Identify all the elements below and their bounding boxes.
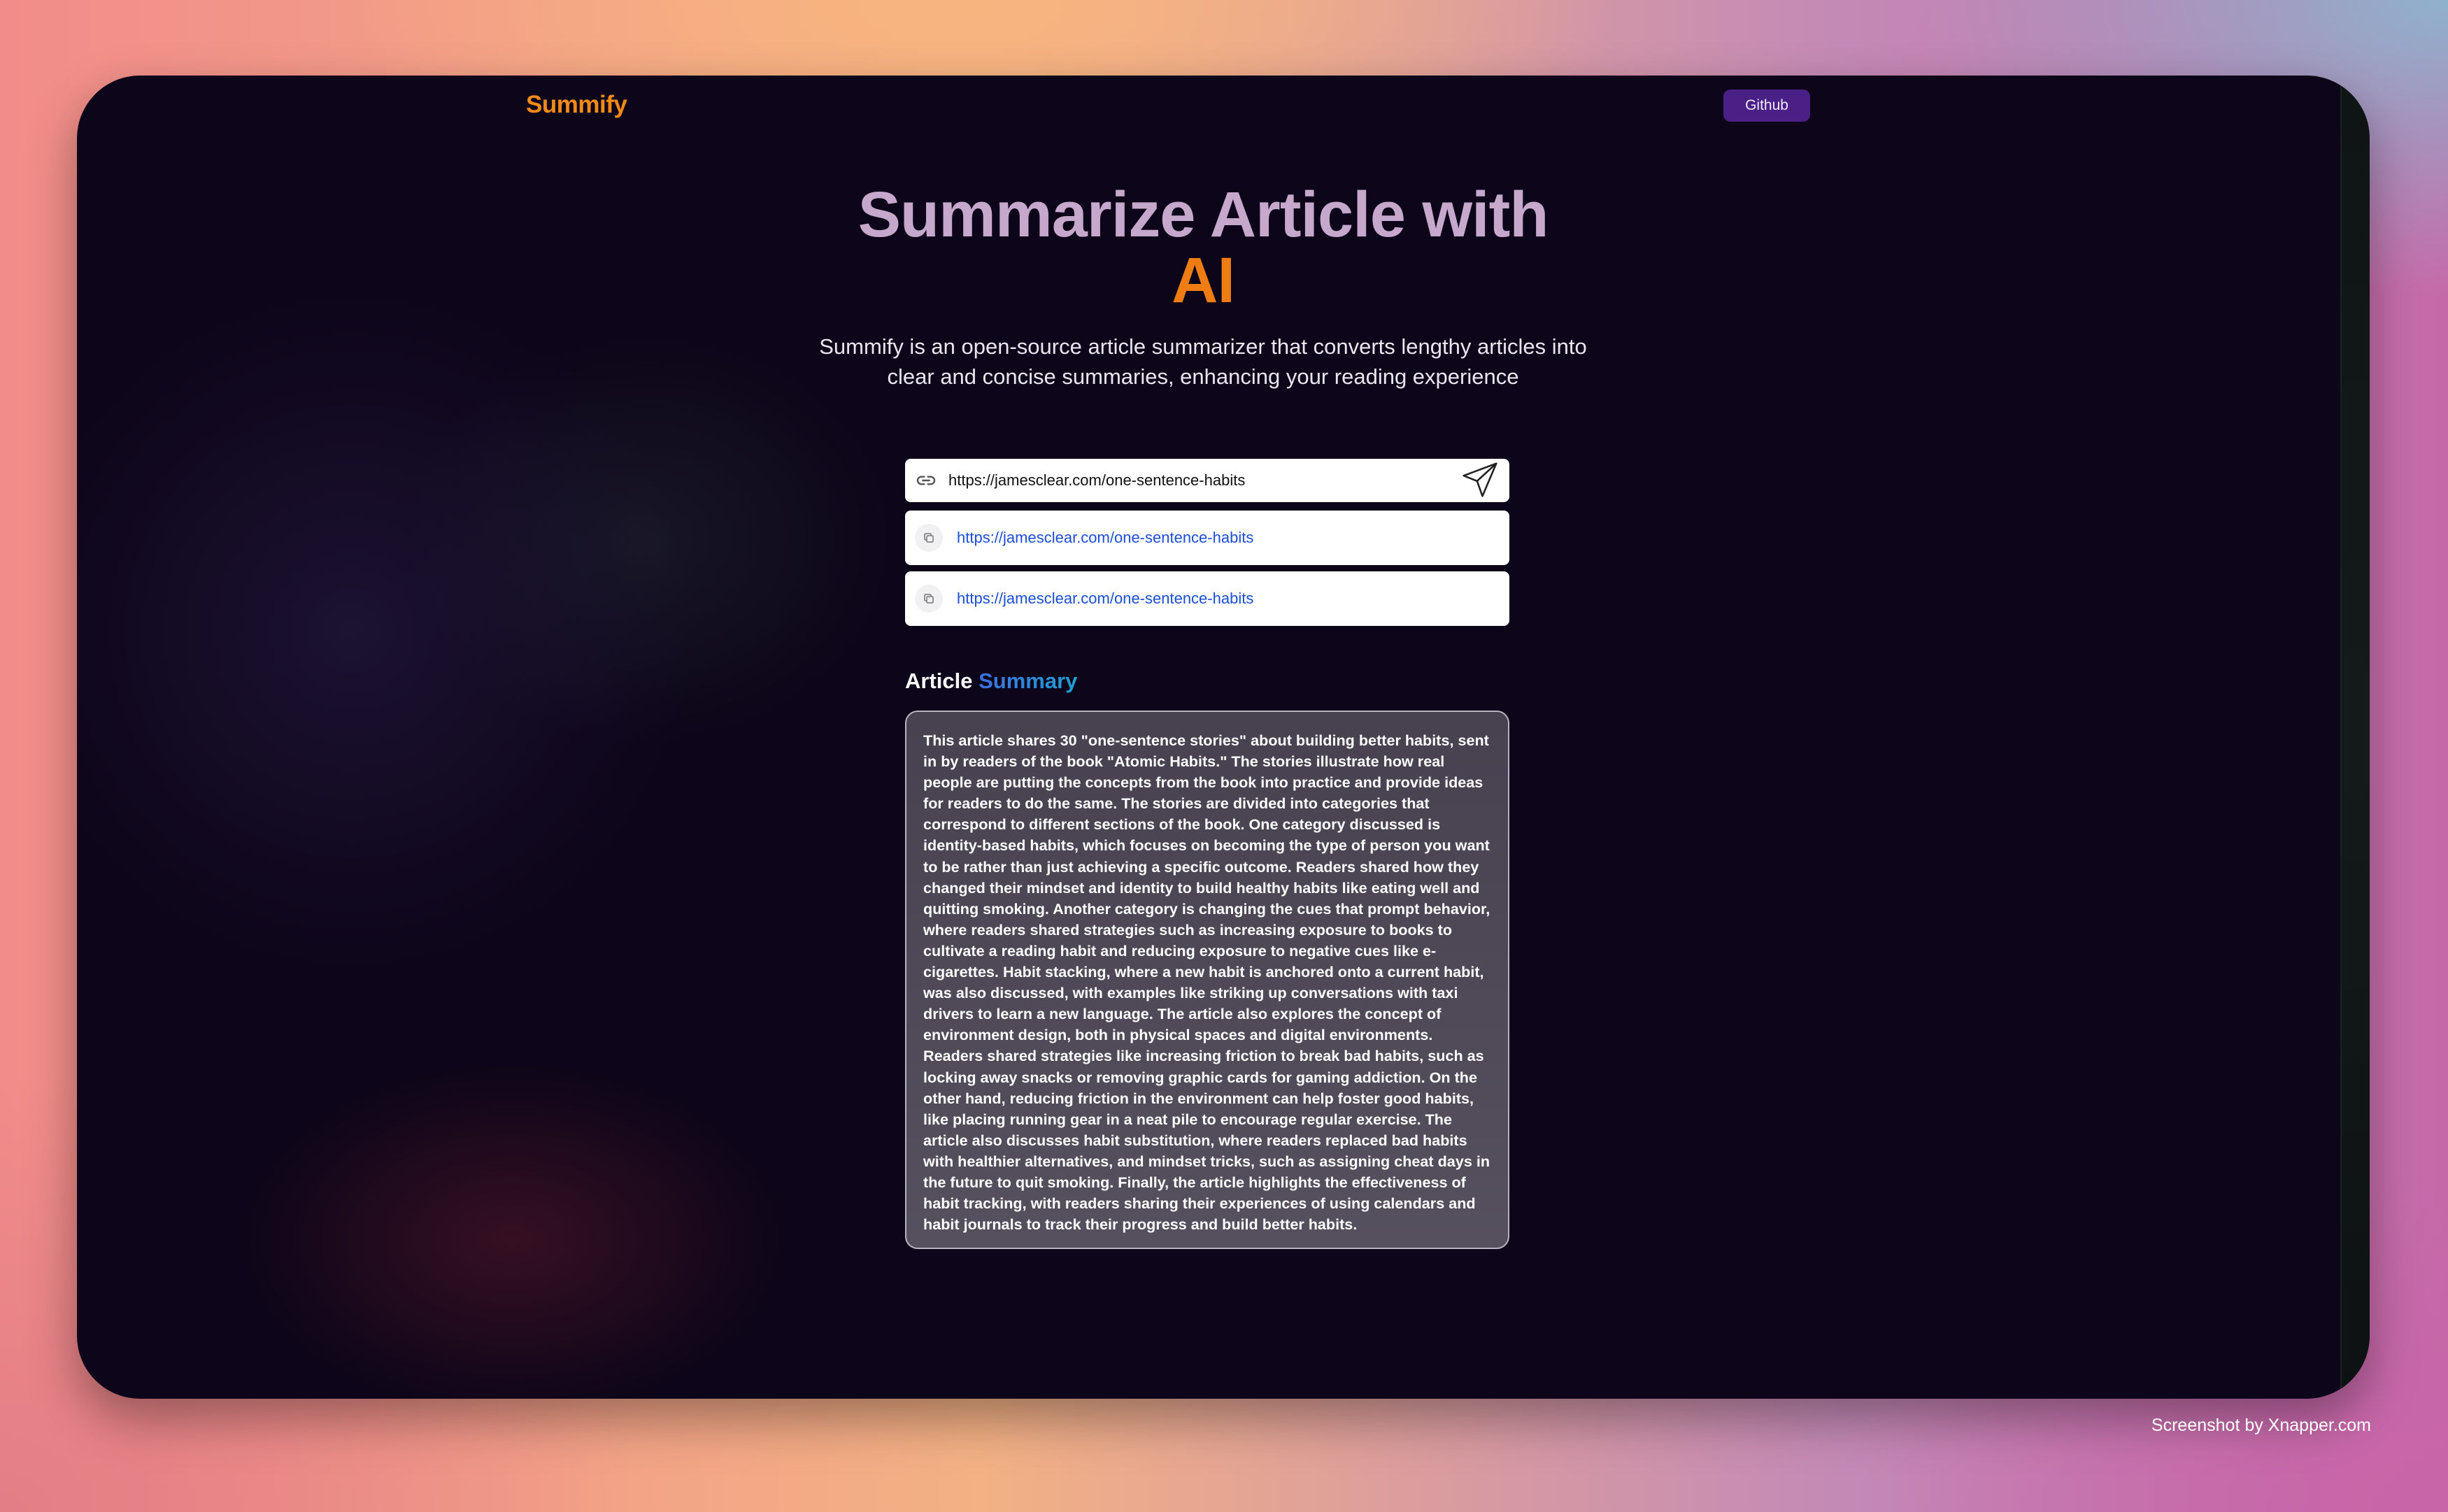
top-nav: Summify Github	[526, 90, 1810, 124]
history-link[interactable]: https://jamesclear.com/one-sentence-habi…	[957, 590, 1253, 608]
history-item[interactable]: https://jamesclear.com/one-sentence-habi…	[905, 571, 1509, 626]
summary-heading: Article Summary	[905, 669, 1077, 694]
submit-button[interactable]	[1459, 461, 1501, 500]
url-input[interactable]	[947, 466, 1459, 495]
history-item[interactable]: https://jamesclear.com/one-sentence-habi…	[905, 511, 1509, 565]
adjacent-window-strip	[2340, 76, 2370, 1399]
github-button[interactable]: Github	[1723, 90, 1810, 122]
page-subtitle: Summify is an open-source article summar…	[819, 334, 1587, 389]
copy-icon[interactable]	[915, 585, 943, 613]
title-main: Summarize Article with	[857, 179, 1549, 250]
url-form	[905, 459, 1509, 502]
paper-plane-icon	[1460, 460, 1500, 501]
copy-icon[interactable]	[915, 524, 943, 552]
logo: Summify	[526, 91, 627, 118]
summary-heading-accent: Summary	[979, 669, 1078, 693]
title-accent: AI	[1172, 245, 1235, 316]
history-link[interactable]: https://jamesclear.com/one-sentence-habi…	[957, 529, 1253, 547]
link-icon	[915, 469, 939, 492]
summary-text: This article shares 30 "one-sentence sto…	[923, 732, 1490, 1234]
watermark: Screenshot by Xnapper.com	[2151, 1415, 2371, 1435]
summary-box: This article shares 30 "one-sentence sto…	[905, 711, 1509, 1249]
page-title: Summarize Article with AI	[769, 182, 1637, 313]
summary-heading-prefix: Article	[905, 669, 973, 693]
